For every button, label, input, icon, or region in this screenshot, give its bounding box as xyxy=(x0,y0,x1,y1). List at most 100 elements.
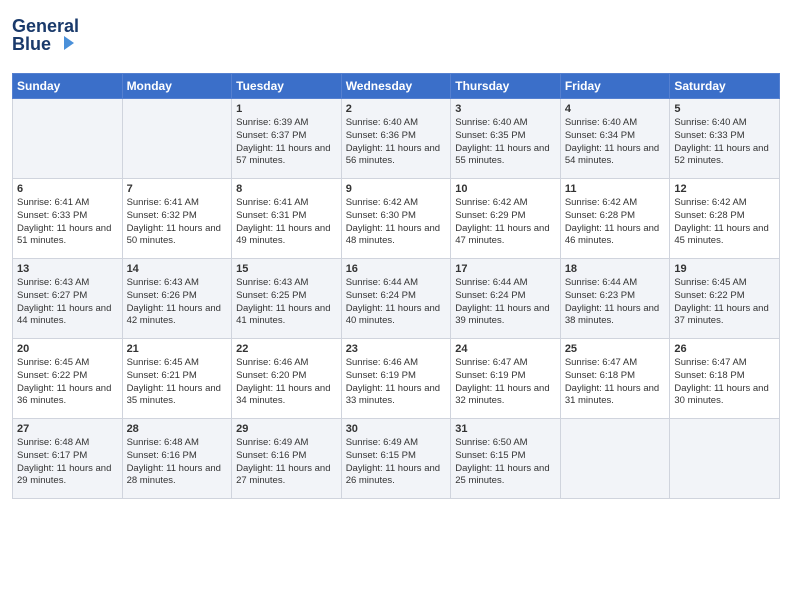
calendar-cell: 31 Sunrise: 6:50 AMSunset: 6:15 PMDayligh… xyxy=(451,419,561,499)
calendar-cell: 21Sunrise: 6:45 AMSunset: 6:21 PMDayligh… xyxy=(122,339,232,419)
calendar-week-1: 6 Sunrise: 6:41 AMSunset: 6:33 PMDaylight… xyxy=(13,179,780,259)
day-info: Sunrise: 6:41 AMSunset: 6:33 PMDaylight:… xyxy=(17,197,118,248)
calendar-cell: 8Sunrise: 6:41 AMSunset: 6:31 PMDaylight… xyxy=(232,179,342,259)
day-number: 15 xyxy=(236,263,337,275)
calendar-cell: 20 Sunrise: 6:45 AMSunset: 6:22 PMDayligh… xyxy=(13,339,123,419)
day-number: 3 xyxy=(455,103,556,115)
calendar-cell: 1 Sunrise: 6:39 AMSunset: 6:37 PMDaylight… xyxy=(232,99,342,179)
day-number: 29 xyxy=(236,423,337,435)
day-number: 9 xyxy=(346,183,447,195)
header-wednesday: Wednesday xyxy=(341,74,451,99)
calendar-cell: 12 Sunrise: 6:42 AMSunset: 6:28 PMDayligh… xyxy=(670,179,780,259)
day-info: Sunrise: 6:42 AMSunset: 6:29 PMDaylight:… xyxy=(455,197,556,248)
day-info: Sunrise: 6:50 AMSunset: 6:15 PMDaylight:… xyxy=(455,437,556,488)
day-number: 24 xyxy=(455,343,556,355)
calendar-cell xyxy=(560,419,670,499)
day-number: 5 xyxy=(674,103,775,115)
calendar-cell: 4Sunrise: 6:40 AMSunset: 6:34 PMDaylight… xyxy=(560,99,670,179)
day-info: Sunrise: 6:43 AMSunset: 6:27 PMDaylight:… xyxy=(17,277,118,328)
day-info: Sunrise: 6:41 AMSunset: 6:31 PMDaylight:… xyxy=(236,197,337,248)
day-number: 18 xyxy=(565,263,666,275)
day-info: Sunrise: 6:44 AMSunset: 6:24 PMDaylight:… xyxy=(455,277,556,328)
calendar-cell: 26 Sunrise: 6:47 AMSunset: 6:18 PMDayligh… xyxy=(670,339,780,419)
calendar-cell: 24 Sunrise: 6:47 AMSunset: 6:19 PMDayligh… xyxy=(451,339,561,419)
calendar-cell: 18 Sunrise: 6:44 AMSunset: 6:23 PMDayligh… xyxy=(560,259,670,339)
day-info: Sunrise: 6:43 AMSunset: 6:26 PMDaylight:… xyxy=(127,277,228,328)
day-info: Sunrise: 6:45 AMSunset: 6:22 PMDaylight:… xyxy=(674,277,775,328)
calendar-cell xyxy=(670,419,780,499)
day-number: 22 xyxy=(236,343,337,355)
calendar-cell xyxy=(13,99,123,179)
calendar-cell xyxy=(122,99,232,179)
calendar-cell: 28Sunrise: 6:48 AMSunset: 6:16 PMDayligh… xyxy=(122,419,232,499)
day-number: 30 xyxy=(346,423,447,435)
calendar-cell: 11 Sunrise: 6:42 AMSunset: 6:28 PMDayligh… xyxy=(560,179,670,259)
day-number: 27 xyxy=(17,423,118,435)
day-number: 6 xyxy=(17,183,118,195)
day-number: 1 xyxy=(236,103,337,115)
day-info: Sunrise: 6:40 AMSunset: 6:33 PMDaylight:… xyxy=(674,117,775,168)
day-info: Sunrise: 6:45 AMSunset: 6:22 PMDaylight:… xyxy=(17,357,118,408)
day-info: Sunrise: 6:47 AMSunset: 6:19 PMDaylight:… xyxy=(455,357,556,408)
day-number: 16 xyxy=(346,263,447,275)
day-info: Sunrise: 6:47 AMSunset: 6:18 PMDaylight:… xyxy=(674,357,775,408)
calendar-week-0: 1 Sunrise: 6:39 AMSunset: 6:37 PMDaylight… xyxy=(13,99,780,179)
calendar-week-2: 13 Sunrise: 6:43 AMSunset: 6:27 PMDayligh… xyxy=(13,259,780,339)
day-number: 26 xyxy=(674,343,775,355)
calendar-week-4: 27 Sunrise: 6:48 AMSunset: 6:17 PMDayligh… xyxy=(13,419,780,499)
calendar-cell: 30 Sunrise: 6:49 AMSunset: 6:15 PMDayligh… xyxy=(341,419,451,499)
header-sunday: Sunday xyxy=(13,74,123,99)
calendar-cell: 6 Sunrise: 6:41 AMSunset: 6:33 PMDaylight… xyxy=(13,179,123,259)
day-info: Sunrise: 6:42 AMSunset: 6:28 PMDaylight:… xyxy=(565,197,666,248)
day-number: 17 xyxy=(455,263,556,275)
day-number: 11 xyxy=(565,183,666,195)
logo-svg: General Blue xyxy=(12,10,97,60)
day-number: 7 xyxy=(127,183,228,195)
calendar-week-3: 20 Sunrise: 6:45 AMSunset: 6:22 PMDayligh… xyxy=(13,339,780,419)
calendar-header-row: SundayMondayTuesdayWednesdayThursdayFrid… xyxy=(13,74,780,99)
day-number: 12 xyxy=(674,183,775,195)
day-info: Sunrise: 6:41 AMSunset: 6:32 PMDaylight:… xyxy=(127,197,228,248)
day-info: Sunrise: 6:40 AMSunset: 6:35 PMDaylight:… xyxy=(455,117,556,168)
calendar-cell: 23Sunrise: 6:46 AMSunset: 6:19 PMDayligh… xyxy=(341,339,451,419)
calendar-cell: 9 Sunrise: 6:42 AMSunset: 6:30 PMDaylight… xyxy=(341,179,451,259)
day-number: 13 xyxy=(17,263,118,275)
calendar-cell: 19 Sunrise: 6:45 AMSunset: 6:22 PMDayligh… xyxy=(670,259,780,339)
calendar-cell: 16 Sunrise: 6:44 AMSunset: 6:24 PMDayligh… xyxy=(341,259,451,339)
day-number: 10 xyxy=(455,183,556,195)
page-header: General Blue xyxy=(12,10,780,65)
day-info: Sunrise: 6:48 AMSunset: 6:16 PMDaylight:… xyxy=(127,437,228,488)
day-info: Sunrise: 6:48 AMSunset: 6:17 PMDaylight:… xyxy=(17,437,118,488)
day-info: Sunrise: 6:42 AMSunset: 6:30 PMDaylight:… xyxy=(346,197,447,248)
day-info: Sunrise: 6:45 AMSunset: 6:21 PMDaylight:… xyxy=(127,357,228,408)
calendar-cell: 29 Sunrise: 6:49 AMSunset: 6:16 PMDayligh… xyxy=(232,419,342,499)
header-friday: Friday xyxy=(560,74,670,99)
day-info: Sunrise: 6:44 AMSunset: 6:23 PMDaylight:… xyxy=(565,277,666,328)
header-tuesday: Tuesday xyxy=(232,74,342,99)
calendar-cell: 2Sunrise: 6:40 AMSunset: 6:36 PMDaylight… xyxy=(341,99,451,179)
calendar-table: SundayMondayTuesdayWednesdayThursdayFrid… xyxy=(12,73,780,499)
day-number: 31 xyxy=(455,423,556,435)
calendar-cell: 13 Sunrise: 6:43 AMSunset: 6:27 PMDayligh… xyxy=(13,259,123,339)
day-info: Sunrise: 6:42 AMSunset: 6:28 PMDaylight:… xyxy=(674,197,775,248)
calendar-cell: 25Sunrise: 6:47 AMSunset: 6:18 PMDayligh… xyxy=(560,339,670,419)
calendar-cell: 17 Sunrise: 6:44 AMSunset: 6:24 PMDayligh… xyxy=(451,259,561,339)
calendar-cell: 5 Sunrise: 6:40 AMSunset: 6:33 PMDaylight… xyxy=(670,99,780,179)
day-info: Sunrise: 6:49 AMSunset: 6:16 PMDaylight:… xyxy=(236,437,337,488)
calendar-cell: 27 Sunrise: 6:48 AMSunset: 6:17 PMDayligh… xyxy=(13,419,123,499)
day-info: Sunrise: 6:39 AMSunset: 6:37 PMDaylight:… xyxy=(236,117,337,168)
calendar-cell: 14 Sunrise: 6:43 AMSunset: 6:26 PMDayligh… xyxy=(122,259,232,339)
day-info: Sunrise: 6:44 AMSunset: 6:24 PMDaylight:… xyxy=(346,277,447,328)
day-info: Sunrise: 6:49 AMSunset: 6:15 PMDaylight:… xyxy=(346,437,447,488)
day-info: Sunrise: 6:46 AMSunset: 6:20 PMDaylight:… xyxy=(236,357,337,408)
calendar-cell: 7 Sunrise: 6:41 AMSunset: 6:32 PMDaylight… xyxy=(122,179,232,259)
day-number: 20 xyxy=(17,343,118,355)
day-number: 19 xyxy=(674,263,775,275)
header-saturday: Saturday xyxy=(670,74,780,99)
day-number: 4 xyxy=(565,103,666,115)
day-number: 14 xyxy=(127,263,228,275)
day-number: 2 xyxy=(346,103,447,115)
day-info: Sunrise: 6:47 AMSunset: 6:18 PMDaylight:… xyxy=(565,357,666,408)
svg-text:Blue: Blue xyxy=(12,34,51,54)
day-number: 23 xyxy=(346,343,447,355)
